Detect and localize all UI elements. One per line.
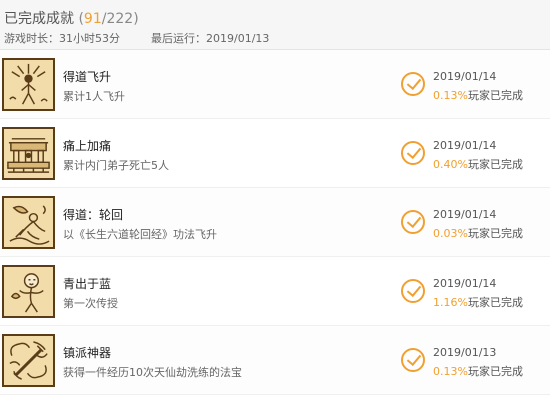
achievement-rate: 0.13%玩家已完成 [433, 87, 523, 103]
title-text: 已完成成就 [4, 11, 74, 27]
rate-suffix: 玩家已完成 [467, 365, 523, 378]
rate-suffix: 玩家已完成 [467, 89, 523, 102]
lastrun-value: 2019/01/13 [206, 32, 270, 45]
achievement-list: 得道飞升 累计1人飞升 2019/01/14 0.13%玩家已完成 痛上加痛 累… [0, 50, 550, 395]
achievement-date: 2019/01/14 [433, 277, 497, 290]
check-circle-icon [401, 348, 425, 372]
achievement-row: 得道：轮回 以《长生六道轮回经》功法飞升 2019/01/14 0.03%玩家已… [0, 188, 550, 257]
achievement-date: 2019/01/14 [433, 208, 497, 221]
achievement-name: 得道飞升 [63, 70, 112, 84]
altar-icon [2, 127, 55, 180]
playtime-label: 游戏时长： [4, 32, 59, 45]
achievement-rate: 1.16%玩家已完成 [433, 294, 523, 310]
check-circle-icon [401, 141, 425, 165]
check-circle-icon [401, 72, 425, 96]
playtime-value: 31小时53分 [59, 32, 120, 45]
lastrun-label: 最后运行： [151, 32, 206, 45]
achievement-desc: 累计1人飞升 [63, 90, 125, 103]
achievement-date: 2019/01/14 [433, 139, 497, 152]
rate-percent: 0.40% [433, 158, 468, 171]
achievement-name: 痛上加痛 [63, 139, 112, 153]
total-count: /222) [101, 11, 139, 27]
rate-suffix: 玩家已完成 [467, 158, 523, 171]
achievement-row: 痛上加痛 累计内门弟子死亡5人 2019/01/14 0.40%玩家已完成 [0, 119, 550, 188]
achievement-desc: 以《长生六道轮回经》功法飞升 [63, 228, 217, 241]
disciple-icon [2, 265, 55, 318]
game-meta: 游戏时长：31小时53分 最后运行：2019/01/13 [4, 30, 269, 46]
achievement-row: 青出于蓝 第一次传授 2019/01/14 1.16%玩家已完成 [0, 257, 550, 326]
achievements-header: 已完成成就 (91/222) 游戏时长：31小时53分 最后运行：2019/01… [0, 0, 550, 50]
artifact-icon [2, 334, 55, 387]
rate-percent: 0.03% [433, 227, 468, 240]
check-circle-icon [401, 279, 425, 303]
page-title: 已完成成就 (91/222) [4, 8, 139, 28]
rate-percent: 0.13% [433, 89, 468, 102]
rate-suffix: 玩家已完成 [467, 296, 523, 309]
achievement-date: 2019/01/14 [433, 70, 497, 83]
reincarnation-icon [2, 196, 55, 249]
rate-percent: 1.16% [433, 296, 468, 309]
rate-suffix: 玩家已完成 [467, 227, 523, 240]
ascension-icon [2, 58, 55, 111]
achievement-rate: 0.40%玩家已完成 [433, 156, 523, 172]
achievement-rate: 0.13%玩家已完成 [433, 363, 523, 379]
completed-count: 91 [83, 11, 102, 27]
achievement-row: 得道飞升 累计1人飞升 2019/01/14 0.13%玩家已完成 [0, 50, 550, 119]
achievement-row: 镇派神器 获得一件经历10次天仙劫洗练的法宝 2019/01/13 0.13%玩… [0, 326, 550, 395]
achievement-name: 得道：轮回 [63, 208, 124, 222]
achievement-name: 镇派神器 [63, 346, 112, 360]
check-circle-icon [401, 210, 425, 234]
achievement-desc: 获得一件经历10次天仙劫洗练的法宝 [63, 366, 242, 379]
rate-percent: 0.13% [433, 365, 468, 378]
achievement-name: 青出于蓝 [63, 277, 112, 291]
achievement-rate: 0.03%玩家已完成 [433, 225, 523, 241]
achievement-desc: 第一次传授 [63, 297, 118, 310]
achievement-date: 2019/01/13 [433, 346, 497, 359]
achievement-desc: 累计内门弟子死亡5人 [63, 159, 169, 172]
